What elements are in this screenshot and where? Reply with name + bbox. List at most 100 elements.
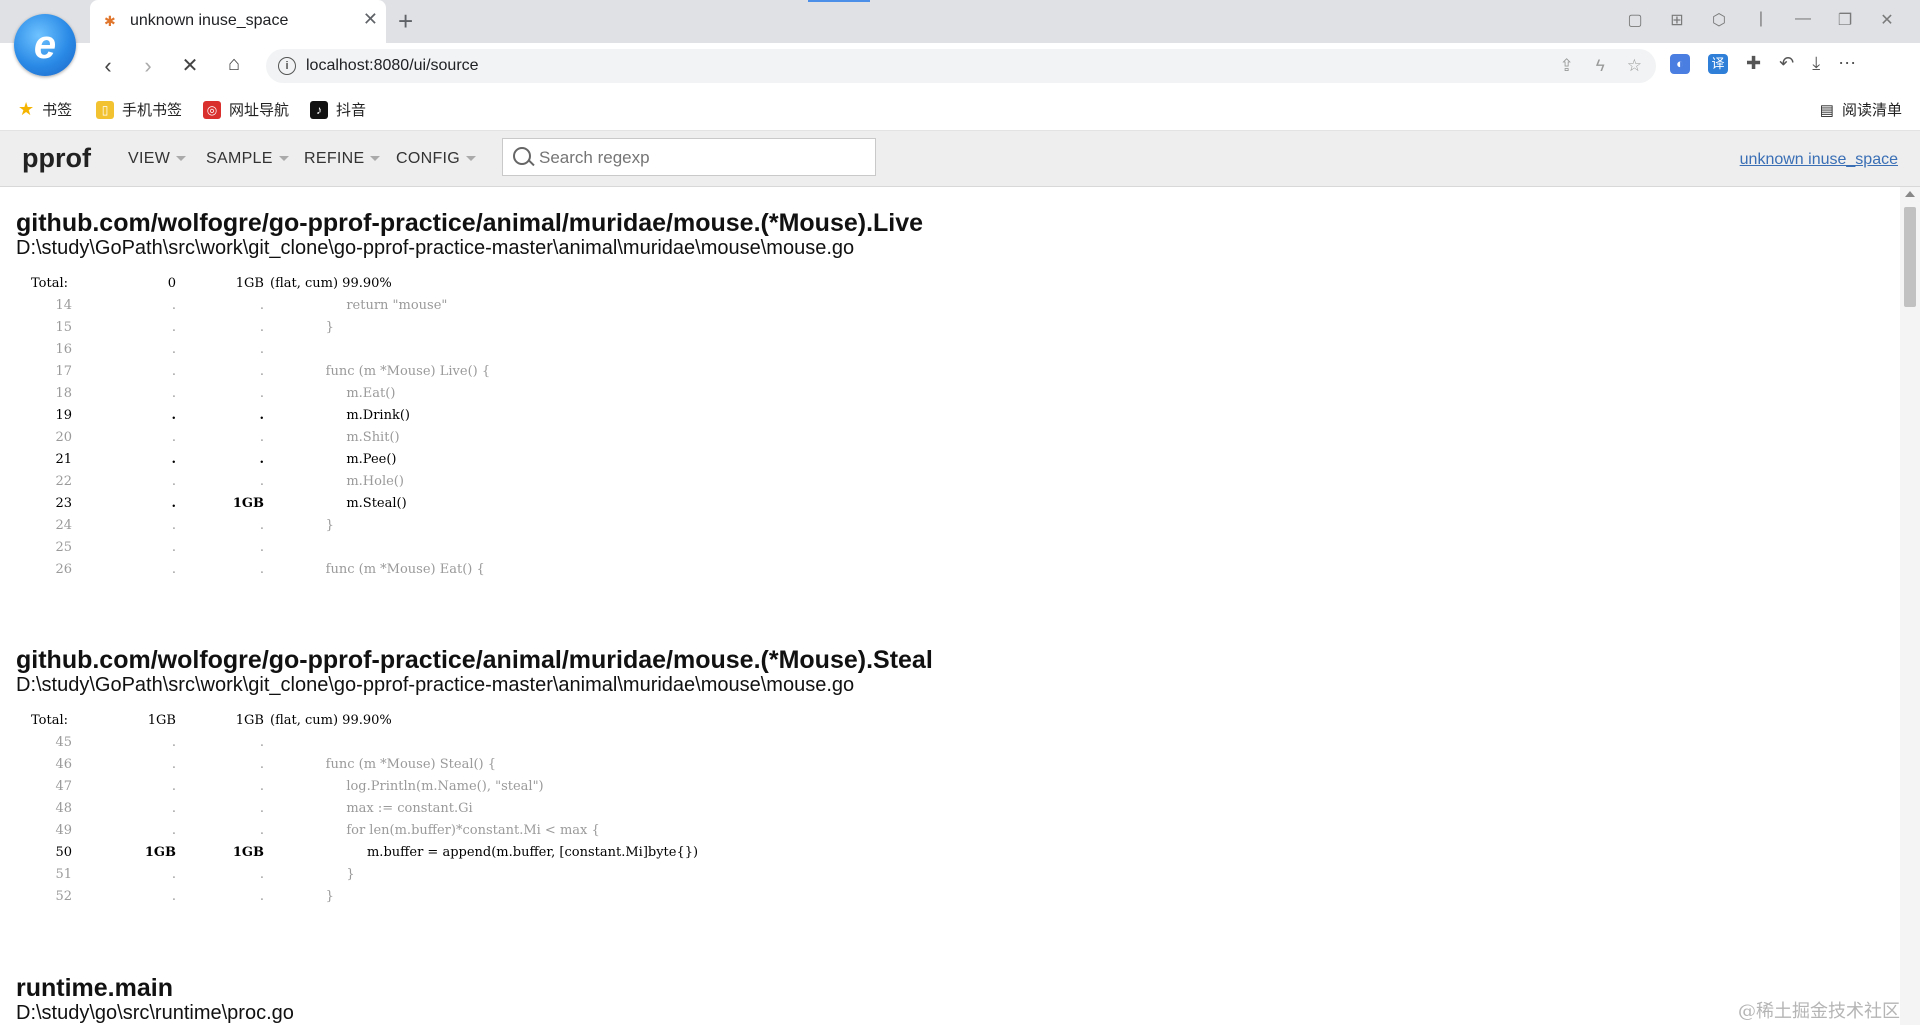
line-number: 49 bbox=[55, 823, 72, 838]
bookmark-label: 书签 bbox=[42, 102, 73, 119]
function-name[interactable]: runtime.main bbox=[16, 974, 173, 1003]
cum-value: . bbox=[259, 867, 264, 882]
skin-icon[interactable]: ⬡ bbox=[1698, 10, 1740, 30]
bookmark-item[interactable]: ▯ 手机书签 bbox=[96, 99, 182, 120]
phone-bookmark-icon: ▯ bbox=[96, 100, 114, 119]
profile-title-link[interactable]: unknown inuse_space bbox=[1740, 151, 1898, 169]
download-icon[interactable]: ⤓ bbox=[1812, 53, 1820, 74]
flat-value: . bbox=[171, 408, 176, 423]
line-number: 21 bbox=[55, 452, 72, 467]
flat-value: . bbox=[171, 757, 176, 772]
line-number: 24 bbox=[55, 518, 72, 533]
function-name[interactable]: github.com/wolfogre/go-pprof-practice/an… bbox=[16, 646, 933, 675]
total-label: Total: bbox=[31, 713, 69, 728]
back-icon[interactable]: ‹ bbox=[94, 53, 122, 79]
game-icon[interactable]: ⊞ bbox=[1656, 10, 1698, 30]
cum-value: . bbox=[259, 452, 264, 467]
home-icon[interactable]: ⌂ bbox=[220, 53, 248, 76]
active-tab[interactable]: ✱ unknown inuse_space ✕ bbox=[90, 0, 386, 43]
line-number: 25 bbox=[55, 540, 72, 555]
chevron-down-icon bbox=[278, 156, 289, 162]
tab-list-icon[interactable]: ▢ bbox=[1614, 10, 1656, 30]
new-tab-button[interactable]: + bbox=[398, 6, 413, 36]
line-number: 16 bbox=[55, 342, 72, 357]
flat-value: . bbox=[171, 364, 176, 379]
url-text[interactable]: localhost:8080/ui/source bbox=[306, 57, 479, 75]
line-number: 50 bbox=[55, 845, 72, 860]
reading-list-icon: ▤ bbox=[1819, 101, 1834, 119]
pprof-header: pprof VIEW SAMPLE REFINE CONFIG unknown … bbox=[0, 131, 1920, 187]
cum-value: 1GB bbox=[232, 845, 264, 860]
stop-loading-icon[interactable]: ✕ bbox=[176, 53, 204, 78]
reading-list-button[interactable]: ▤ 阅读清单 bbox=[1820, 99, 1902, 120]
flat-value: 1GB bbox=[144, 845, 176, 860]
watermark: @稀土掘金技术社区 bbox=[1738, 1001, 1900, 1022]
share-icon[interactable]: ⇪ bbox=[1560, 56, 1574, 76]
vertical-scrollbar[interactable] bbox=[1900, 187, 1920, 1025]
scroll-thumb[interactable] bbox=[1904, 207, 1916, 307]
tab-close-icon[interactable]: ✕ bbox=[363, 9, 378, 30]
flat-value: . bbox=[171, 452, 176, 467]
menu-sample[interactable]: SAMPLE bbox=[206, 150, 289, 168]
minimize-icon[interactable]: — bbox=[1782, 10, 1824, 30]
cum-value: . bbox=[259, 518, 264, 533]
source-code: } bbox=[305, 867, 355, 882]
line-number: 23 bbox=[55, 496, 72, 511]
scroll-up-icon[interactable] bbox=[1905, 191, 1915, 197]
undo-history-icon[interactable]: ↶ bbox=[1779, 53, 1794, 74]
line-number: 22 bbox=[55, 474, 72, 489]
menu-config[interactable]: CONFIG bbox=[396, 150, 477, 168]
total-percentage: (flat, cum) 99.90% bbox=[270, 276, 392, 291]
menu-refine[interactable]: REFINE bbox=[304, 150, 381, 168]
source-code: for len(m.buffer)*constant.Mi < max { bbox=[305, 823, 600, 838]
bookmark-item[interactable]: ★ 书签 bbox=[18, 99, 72, 120]
close-window-icon[interactable]: ✕ bbox=[1866, 10, 1908, 30]
browser-logo-icon[interactable]: e bbox=[14, 14, 76, 76]
browser-toolbar: ‹ › ✕ ⌂ i localhost:8080/ui/source ⇪ ϟ ☆… bbox=[0, 43, 1920, 90]
flat-value: . bbox=[171, 386, 176, 401]
search-icon bbox=[513, 147, 531, 165]
total-flat: 1GB bbox=[147, 713, 176, 728]
source-code: } bbox=[305, 518, 334, 533]
source-code: m.Shit() bbox=[305, 430, 400, 445]
line-number: 19 bbox=[55, 408, 72, 423]
lightning-icon[interactable]: ϟ bbox=[1596, 56, 1605, 76]
menu-label: VIEW bbox=[128, 150, 171, 167]
bookmark-item[interactable]: ◎ 网址导航 bbox=[203, 99, 289, 120]
pprof-favicon-icon: ✱ bbox=[104, 13, 116, 29]
cum-value: . bbox=[259, 735, 264, 750]
restore-icon[interactable]: ❐ bbox=[1824, 10, 1866, 30]
search-input[interactable] bbox=[537, 139, 871, 177]
line-number: 18 bbox=[55, 386, 72, 401]
pprof-title[interactable]: pprof bbox=[22, 143, 91, 174]
function-name[interactable]: github.com/wolfogre/go-pprof-practice/an… bbox=[16, 209, 923, 238]
site-info-icon[interactable]: i bbox=[278, 57, 296, 75]
source-code: m.Drink() bbox=[305, 408, 410, 423]
total-flat: 0 bbox=[167, 276, 176, 291]
bookmark-item[interactable]: ♪ 抖音 bbox=[310, 99, 366, 120]
address-bar-actions: ⇪ ϟ ☆ bbox=[1560, 56, 1643, 76]
address-bar[interactable]: i localhost:8080/ui/source ⇪ ϟ ☆ bbox=[266, 49, 1656, 83]
more-menu-icon[interactable]: ⋯ bbox=[1838, 53, 1856, 74]
flat-value: . bbox=[171, 562, 176, 577]
source-code: m.buffer = append(m.buffer, [constant.Mi… bbox=[305, 845, 699, 860]
flat-value: . bbox=[171, 867, 176, 882]
total-label: Total: bbox=[31, 276, 69, 291]
forward-icon[interactable]: › bbox=[134, 53, 162, 79]
search-box[interactable] bbox=[502, 138, 876, 177]
puzzle-extensions-icon[interactable]: ✚ bbox=[1746, 53, 1761, 74]
bookmark-label: 网址导航 bbox=[229, 102, 290, 119]
translate-icon[interactable]: 译 bbox=[1708, 53, 1728, 74]
flat-value: . bbox=[171, 474, 176, 489]
flat-value: . bbox=[171, 889, 176, 904]
cum-value: . bbox=[259, 823, 264, 838]
menu-label: REFINE bbox=[304, 150, 365, 167]
line-number: 51 bbox=[55, 867, 72, 882]
star-icon: ★ bbox=[18, 99, 35, 119]
bookmark-label: 手机书签 bbox=[122, 102, 183, 119]
menu-view[interactable]: VIEW bbox=[128, 150, 187, 168]
favorite-star-icon[interactable]: ☆ bbox=[1627, 56, 1642, 76]
chevron-down-icon bbox=[370, 156, 381, 162]
extension-icon[interactable]: ◐ bbox=[1670, 53, 1690, 74]
line-number: 48 bbox=[55, 801, 72, 816]
